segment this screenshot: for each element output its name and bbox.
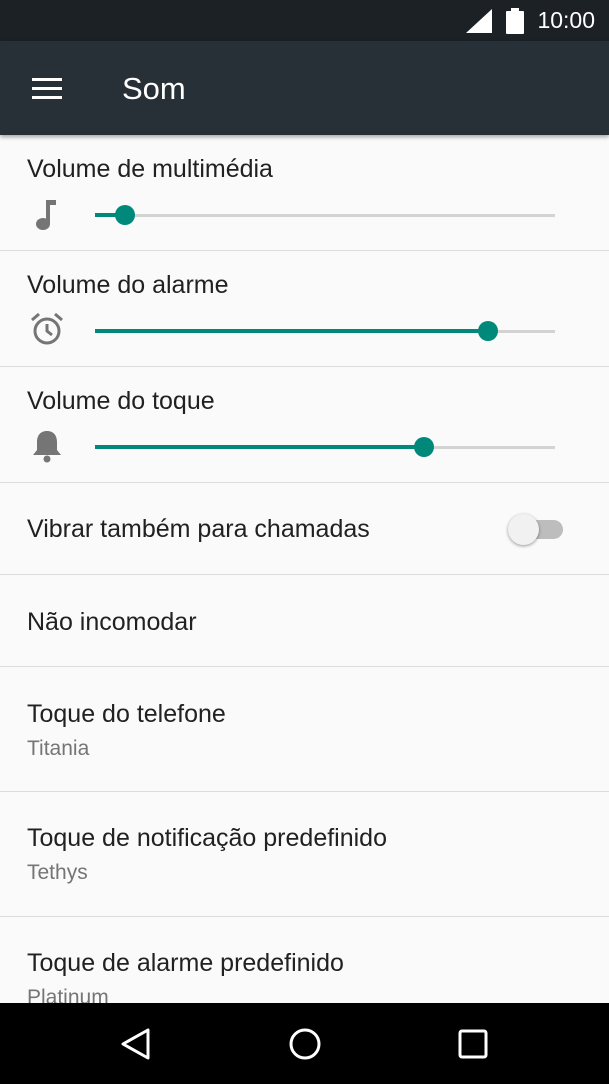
ring-volume-slider[interactable] xyxy=(95,437,555,457)
ring-volume-thumb[interactable] xyxy=(413,437,434,457)
signal-icon xyxy=(466,9,492,33)
vibrate-row[interactable]: Vibrar também para chamadas xyxy=(0,483,609,575)
alarm-volume-thumb[interactable] xyxy=(478,321,499,341)
music-note-icon xyxy=(36,200,56,230)
bell-icon xyxy=(33,431,61,463)
navigation-bar xyxy=(0,1003,609,1084)
home-icon[interactable] xyxy=(282,1021,328,1067)
vibrate-switch[interactable] xyxy=(506,509,566,545)
switch-knob xyxy=(508,514,539,545)
alarm-volume-slider[interactable] xyxy=(95,321,555,341)
alarm-ringtone-label: Toque de alarme predefinido xyxy=(27,949,344,977)
alarm-ringtone-value: Platinum xyxy=(27,986,109,1003)
status-time: 10:00 xyxy=(537,7,595,33)
ring-volume-row: Volume do toque xyxy=(0,367,609,483)
alarm-volume-fill xyxy=(95,329,489,333)
page-title: Som xyxy=(122,71,186,106)
recents-icon[interactable] xyxy=(450,1021,496,1067)
back-icon[interactable] xyxy=(112,1021,158,1067)
phone-ringtone-value: Titania xyxy=(27,737,90,760)
notification-ringtone-value: Tethys xyxy=(27,861,88,884)
notification-ringtone-label: Toque de notificação predefinido xyxy=(27,824,387,852)
alarm-ringtone-row[interactable]: Toque de alarme predefinido Platinum xyxy=(0,917,609,1003)
ring-volume-fill xyxy=(95,445,424,449)
media-volume-thumb[interactable] xyxy=(114,205,135,225)
media-volume-slider[interactable] xyxy=(95,205,555,225)
status-bar: 10:00 xyxy=(0,0,609,41)
media-volume-label: Volume de multimédia xyxy=(27,155,273,183)
phone-ringtone-row[interactable]: Toque do telefone Titania xyxy=(0,667,609,792)
vibrate-label: Vibrar também para chamadas xyxy=(27,515,370,543)
do-not-disturb-label: Não incomodar xyxy=(27,608,197,636)
settings-list: Volume de multimédia Volume do alarme Vo… xyxy=(0,135,609,1003)
do-not-disturb-row[interactable]: Não incomodar xyxy=(0,575,609,667)
phone-ringtone-label: Toque do telefone xyxy=(27,700,226,728)
alarm-volume-row: Volume do alarme xyxy=(0,251,609,367)
notification-ringtone-row[interactable]: Toque de notificação predefinido Tethys xyxy=(0,792,609,917)
alarm-volume-label: Volume do alarme xyxy=(27,271,229,299)
media-volume-row: Volume de multimédia xyxy=(0,135,609,251)
app-bar: Som xyxy=(0,41,609,135)
menu-icon[interactable] xyxy=(22,67,72,111)
ring-volume-label: Volume do toque xyxy=(27,387,215,415)
alarm-clock-icon xyxy=(31,312,63,345)
battery-icon xyxy=(506,8,524,34)
